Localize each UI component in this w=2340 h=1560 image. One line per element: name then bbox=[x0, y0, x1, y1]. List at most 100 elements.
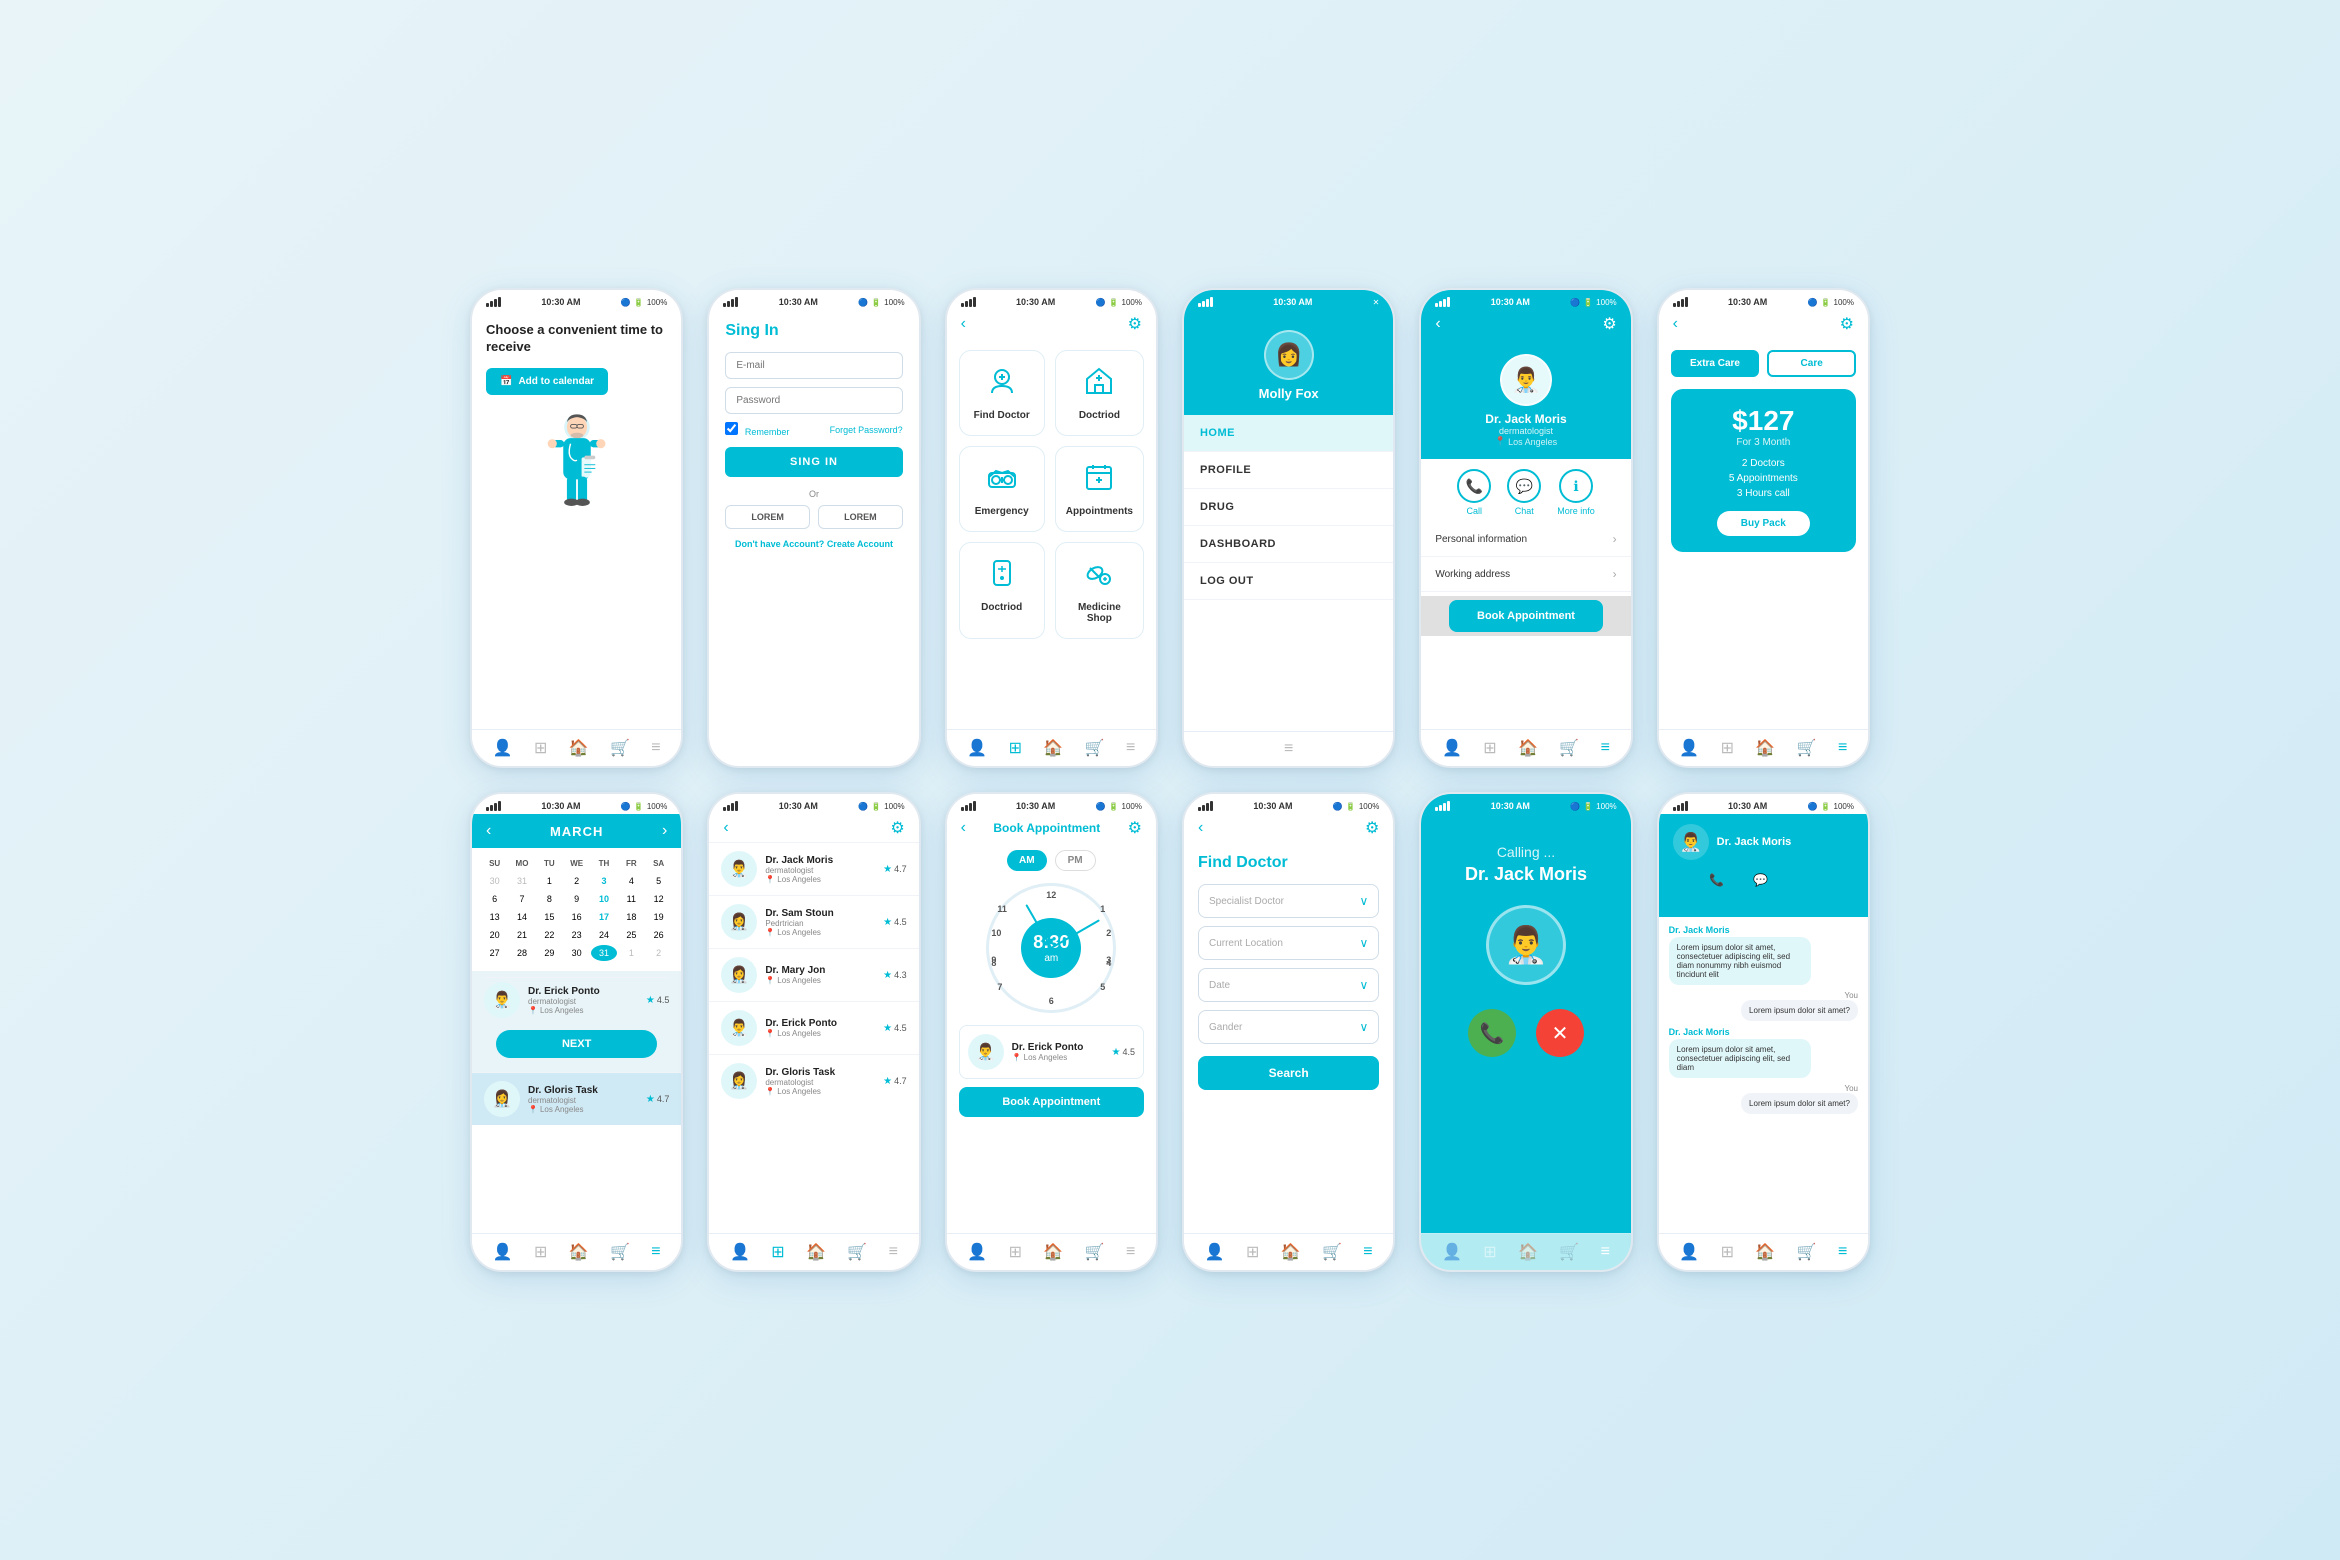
menu-item-doctriod[interactable]: Doctriod bbox=[1055, 350, 1144, 436]
nav-home-7[interactable]: 🏠 bbox=[569, 1242, 589, 1262]
chat-button[interactable]: 💬 Chat bbox=[1507, 469, 1541, 516]
signin-button[interactable]: SING IN bbox=[725, 447, 902, 477]
cal-10[interactable]: 10 bbox=[591, 891, 616, 907]
cal-2[interactable]: 2 bbox=[564, 873, 589, 889]
nav-profile-7[interactable]: 👤 bbox=[493, 1242, 513, 1262]
nav-home-5[interactable]: 🏠 bbox=[1518, 738, 1538, 758]
cal-30-2[interactable]: 30 bbox=[564, 945, 589, 961]
cal-4[interactable]: 4 bbox=[619, 873, 644, 889]
cal-12[interactable]: 12 bbox=[646, 891, 671, 907]
cal-21[interactable]: 21 bbox=[509, 927, 534, 943]
next-button[interactable]: NEXT bbox=[496, 1030, 657, 1058]
doctor-mary[interactable]: 👩‍⚕️ Dr. Mary Jon 📍 Los Angeles ★4.3 bbox=[709, 948, 918, 1001]
nav-menu-5[interactable]: ≡ bbox=[1601, 739, 1610, 757]
nav-profile-8[interactable]: 👤 bbox=[730, 1242, 750, 1262]
forget-password-link[interactable]: Forget Password? bbox=[830, 425, 903, 435]
cal-29[interactable]: 29 bbox=[537, 945, 562, 961]
nav-profile-6[interactable]: 👤 bbox=[1679, 738, 1699, 758]
nav-grid-11[interactable]: ⊞ bbox=[1483, 1242, 1496, 1262]
filter-icon[interactable]: ⚙ bbox=[1128, 314, 1142, 334]
nav-profile[interactable]: 👤 bbox=[493, 738, 513, 758]
cal-19[interactable]: 19 bbox=[646, 909, 671, 925]
cal-9[interactable]: 9 bbox=[564, 891, 589, 907]
nav-profile-9[interactable]: 👤 bbox=[967, 1242, 987, 1262]
social-btn-2[interactable]: LOREM bbox=[818, 505, 903, 529]
nav-home-6[interactable]: 🏠 bbox=[1755, 738, 1775, 758]
buy-pack-button[interactable]: Buy Pack bbox=[1717, 511, 1810, 536]
nav-cart-6[interactable]: 🛒 bbox=[1797, 738, 1817, 758]
cal-8[interactable]: 8 bbox=[537, 891, 562, 907]
back-icon-8[interactable]: ‹ bbox=[723, 819, 728, 837]
menu-home[interactable]: HOME bbox=[1184, 415, 1393, 452]
cal-24[interactable]: 24 bbox=[591, 927, 616, 943]
book-appointment-btn-9[interactable]: Book Appointment bbox=[959, 1087, 1144, 1117]
nav-cart-11[interactable]: 🛒 bbox=[1559, 1242, 1579, 1262]
cal-5[interactable]: 5 bbox=[646, 873, 671, 889]
doctor-erick-list[interactable]: 👨‍⚕️ Dr. Erick Ponto 📍 Los Angeles ★4.5 bbox=[709, 1001, 918, 1054]
nav-menu-11[interactable]: ≡ bbox=[1601, 1243, 1610, 1261]
nav-cart-3[interactable]: 🛒 bbox=[1085, 738, 1105, 758]
accept-call-button[interactable]: 📞 bbox=[1468, 1009, 1516, 1057]
menu-dashboard[interactable]: DASHBOARD bbox=[1184, 526, 1393, 563]
nav-home-3[interactable]: 🏠 bbox=[1043, 738, 1063, 758]
cal-20[interactable]: 20 bbox=[482, 927, 507, 943]
nav-profile-10[interactable]: 👤 bbox=[1205, 1242, 1225, 1262]
nav-cart-12[interactable]: 🛒 bbox=[1797, 1242, 1817, 1262]
cal-6[interactable]: 6 bbox=[482, 891, 507, 907]
location-dropdown[interactable]: Current Location ∨ bbox=[1198, 926, 1379, 960]
nav-menu-4[interactable]: ≡ bbox=[1284, 740, 1293, 758]
nav-grid-10[interactable]: ⊞ bbox=[1246, 1242, 1259, 1262]
cal-13[interactable]: 13 bbox=[482, 909, 507, 925]
menu-item-emergency[interactable]: Emergency bbox=[959, 446, 1045, 532]
nav-menu-12[interactable]: ≡ bbox=[1838, 1243, 1847, 1261]
cal-7[interactable]: 7 bbox=[509, 891, 534, 907]
nav-profile-3[interactable]: 👤 bbox=[967, 738, 987, 758]
nav-menu[interactable]: ≡ bbox=[651, 739, 660, 757]
back-icon-9[interactable]: ‹ bbox=[961, 819, 966, 837]
cal-18[interactable]: 18 bbox=[619, 909, 644, 925]
filter-icon-6[interactable]: ⚙ bbox=[1840, 314, 1854, 334]
tab-care[interactable]: Care bbox=[1767, 350, 1856, 377]
doctor-item-gloris[interactable]: 👩‍⚕️ Dr. Gloris Task dermatologist 📍 Los… bbox=[472, 1072, 681, 1125]
back-icon-5[interactable]: ‹ bbox=[1435, 315, 1440, 333]
cal-17[interactable]: 17 bbox=[591, 909, 616, 925]
nav-home[interactable]: 🏠 bbox=[569, 738, 589, 758]
am-button[interactable]: AM bbox=[1007, 850, 1047, 871]
nav-profile-5[interactable]: 👤 bbox=[1442, 738, 1462, 758]
chat-info-button[interactable]: ℹ More info bbox=[1791, 866, 1824, 905]
cal-31[interactable]: 31 bbox=[591, 945, 616, 961]
cal-1-next[interactable]: 1 bbox=[619, 945, 644, 961]
nav-profile-11[interactable]: 👤 bbox=[1442, 1242, 1462, 1262]
call-button[interactable]: 📞 Call bbox=[1457, 469, 1491, 516]
pm-button[interactable]: PM bbox=[1055, 850, 1096, 871]
email-field[interactable] bbox=[725, 352, 902, 379]
nav-profile-12[interactable]: 👤 bbox=[1679, 1242, 1699, 1262]
back-icon[interactable]: ‹ bbox=[961, 315, 966, 333]
nav-grid-8[interactable]: ⊞ bbox=[771, 1242, 784, 1262]
filter-icon-5[interactable]: ⚙ bbox=[1602, 314, 1616, 334]
doctor-gloris-list[interactable]: 👩‍⚕️ Dr. Gloris Task dermatologist 📍 Los… bbox=[709, 1054, 918, 1107]
cal-16[interactable]: 16 bbox=[564, 909, 589, 925]
search-button[interactable]: Search bbox=[1198, 1056, 1379, 1090]
tab-extra-care[interactable]: Extra Care bbox=[1671, 350, 1760, 377]
cal-3[interactable]: 3 bbox=[591, 873, 616, 889]
cal-1[interactable]: 1 bbox=[537, 873, 562, 889]
cal-25[interactable]: 25 bbox=[619, 927, 644, 943]
cal-23[interactable]: 23 bbox=[564, 927, 589, 943]
more-info-button[interactable]: ℹ More info bbox=[1557, 469, 1595, 516]
nav-grid-5[interactable]: ⊞ bbox=[1483, 738, 1496, 758]
cal-28[interactable]: 28 bbox=[509, 945, 534, 961]
book-appointment-button[interactable]: Book Appointment bbox=[1449, 600, 1602, 632]
prev-month-button[interactable]: ‹ bbox=[486, 822, 491, 840]
nav-cart[interactable]: 🛒 bbox=[610, 738, 630, 758]
nav-home-10[interactable]: 🏠 bbox=[1281, 1242, 1301, 1262]
menu-profile[interactable]: PROFILE bbox=[1184, 452, 1393, 489]
cal-30[interactable]: 30 bbox=[482, 873, 507, 889]
nav-menu-7[interactable]: ≡ bbox=[651, 1243, 660, 1261]
personal-info-row[interactable]: Personal information › bbox=[1421, 522, 1630, 557]
cal-2-next[interactable]: 2 bbox=[646, 945, 671, 961]
back-icon-6[interactable]: ‹ bbox=[1673, 315, 1678, 333]
password-field[interactable] bbox=[725, 387, 902, 414]
nav-menu-9[interactable]: ≡ bbox=[1126, 1243, 1135, 1261]
nav-menu-10[interactable]: ≡ bbox=[1363, 1243, 1372, 1261]
